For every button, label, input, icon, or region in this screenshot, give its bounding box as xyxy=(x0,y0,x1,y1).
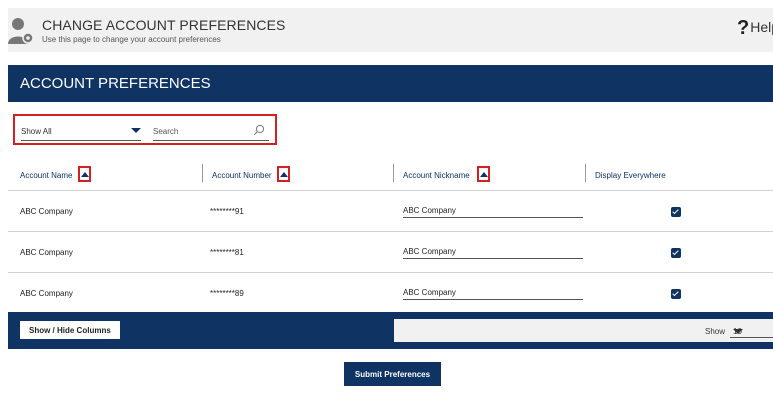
column-label: Account Name xyxy=(20,171,73,180)
submit-preferences-button[interactable]: Submit Preferences xyxy=(344,362,441,386)
sort-account-name-button[interactable] xyxy=(78,166,91,182)
nickname-input[interactable]: ABC Company xyxy=(403,279,583,300)
table-row: ABC Company ********91 ABC Company xyxy=(8,190,773,231)
column-label: Account Nickname xyxy=(403,171,470,180)
column-divider xyxy=(585,164,586,182)
account-name-cell: ABC Company xyxy=(20,289,73,298)
search-icon xyxy=(253,124,265,136)
search-placeholder: Search xyxy=(153,127,179,136)
display-everywhere-checkbox[interactable] xyxy=(671,289,681,299)
show-hide-columns-button[interactable]: Show / Hide Columns xyxy=(20,321,120,339)
help-icon: ? xyxy=(737,17,750,39)
display-everywhere-checkbox[interactable] xyxy=(671,248,681,258)
search-input[interactable]: Search xyxy=(153,118,269,141)
nickname-value: ABC Company xyxy=(403,288,456,297)
show-filter-select[interactable]: Show All xyxy=(21,118,141,141)
user-gear-icon xyxy=(8,18,34,44)
sort-up-icon xyxy=(280,172,288,177)
nickname-value: ABC Company xyxy=(403,206,456,215)
nickname-input[interactable]: ABC Company xyxy=(403,238,583,259)
account-name-cell: ABC Company xyxy=(20,207,73,216)
nickname-input[interactable]: ABC Company xyxy=(403,197,583,218)
account-number-cell: ********89 xyxy=(210,289,244,298)
chevron-down-icon xyxy=(733,329,743,334)
table-row: ABC Company ********81 ABC Company xyxy=(8,231,773,272)
nickname-value: ABC Company xyxy=(403,247,456,256)
pagination-bar: Show 10 xyxy=(394,319,773,342)
display-everywhere-checkbox[interactable] xyxy=(671,207,681,217)
account-number-cell: ********81 xyxy=(210,248,244,257)
account-number-cell: ********91 xyxy=(210,207,244,216)
page-title: CHANGE ACCOUNT PREFERENCES xyxy=(42,17,286,33)
panel-title: ACCOUNT PREFERENCES xyxy=(20,75,211,92)
sort-up-icon xyxy=(81,172,89,177)
page-size-select[interactable]: 10 xyxy=(730,324,773,338)
sort-account-nickname-button[interactable] xyxy=(477,166,490,182)
table-row: ABC Company ********89 ABC Company xyxy=(8,272,773,313)
account-name-cell: ABC Company xyxy=(20,248,73,257)
column-divider xyxy=(202,164,203,182)
sort-account-number-button[interactable] xyxy=(277,166,290,182)
help-link[interactable]: ?Help xyxy=(737,17,773,40)
column-divider xyxy=(393,164,394,182)
chevron-down-icon xyxy=(131,128,141,133)
show-filter-value: Show All xyxy=(21,127,52,136)
page-subtitle: Use this page to change your account pre… xyxy=(42,35,221,44)
filter-controls: Show All Search xyxy=(13,114,277,145)
page-header: CHANGE ACCOUNT PREFERENCES Use this page… xyxy=(8,8,773,52)
column-label: Account Number xyxy=(212,171,272,180)
sort-up-icon xyxy=(480,172,488,177)
panel-header: ACCOUNT PREFERENCES xyxy=(8,65,773,102)
help-label: Help xyxy=(750,19,773,35)
table-footer: Show / Hide Columns Show 10 xyxy=(8,312,773,349)
column-label: Display Everywhere xyxy=(595,171,666,180)
show-label: Show xyxy=(705,327,726,336)
